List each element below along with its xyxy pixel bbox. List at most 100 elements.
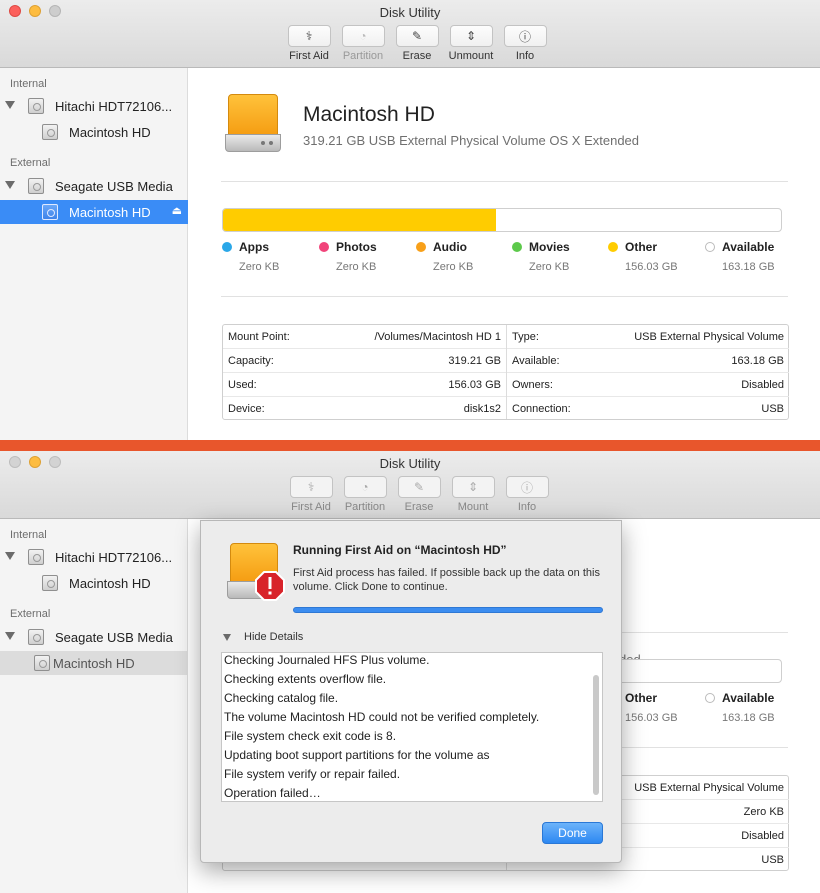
erase-icon[interactable]: ✎ bbox=[395, 25, 439, 47]
done-button[interactable]: Done bbox=[542, 822, 603, 844]
sidebar-item-label: Hitachi HDT72106... bbox=[55, 550, 173, 565]
volume-detail-pane: Macintosh HD 319.21 GB USB External Phys… bbox=[189, 68, 820, 440]
log-line: Updating boot support partitions for the… bbox=[224, 748, 490, 762]
internal-disk-icon bbox=[28, 549, 44, 565]
info-key: Connection: bbox=[512, 403, 571, 415]
sidebar-item-internal-volume[interactable]: Macintosh HD bbox=[0, 120, 188, 144]
info-value: USB bbox=[761, 403, 784, 415]
toolbar-mount[interactable]: ⇕ Mount bbox=[447, 476, 499, 513]
eject-icon[interactable]: ⏏ bbox=[172, 204, 182, 217]
toolbar-unmount[interactable]: ⇕ Unmount bbox=[445, 25, 497, 62]
disclosure-triangle-icon[interactable] bbox=[5, 181, 15, 189]
info-key: Capacity: bbox=[228, 355, 274, 367]
legend-value: Zero KB bbox=[336, 261, 377, 273]
legend-value: Zero KB bbox=[529, 261, 570, 273]
sidebar-item-label: Macintosh HD bbox=[69, 205, 151, 220]
legend-name: Photos bbox=[336, 240, 377, 254]
other-dot-icon bbox=[608, 242, 618, 252]
volume-icon bbox=[34, 655, 50, 671]
photos-dot-icon bbox=[319, 242, 329, 252]
warning-icon bbox=[255, 571, 285, 601]
info-row-available: Available: 163.18 GB bbox=[507, 349, 789, 373]
disclosure-triangle-icon[interactable] bbox=[5, 632, 15, 640]
log-scrollbar[interactable] bbox=[593, 675, 599, 795]
toolbar-erase[interactable]: ✎ Erase bbox=[391, 25, 443, 62]
volume-title: Macintosh HD bbox=[303, 103, 435, 126]
toolbar: ⚕ First Aid ◔ Partition ✎ Erase ⇕ Unmoun… bbox=[283, 25, 553, 62]
info-value: Zero KB bbox=[743, 806, 784, 818]
mount-icon[interactable]: ⇕ bbox=[451, 476, 495, 498]
info-icon[interactable]: ⓘ bbox=[505, 476, 549, 498]
partition-icon[interactable]: ◔ bbox=[341, 25, 385, 47]
sidebar-item-label: Macintosh HD bbox=[53, 656, 135, 671]
legend-name: Available bbox=[722, 691, 775, 705]
movies-dot-icon bbox=[512, 242, 522, 252]
volume-icon bbox=[42, 204, 58, 220]
toolbar: ⚕ First Aid ◔ Partition ✎ Erase ⇕ Mount … bbox=[285, 476, 555, 513]
info-row-mount-point: Mount Point: /Volumes/Macintosh HD 1 bbox=[223, 325, 506, 349]
info-row-used: Used: 156.03 GB bbox=[223, 373, 506, 397]
partition-icon[interactable]: ◔ bbox=[343, 476, 387, 498]
usage-legend: Apps Zero KB Photos Zero KB Audio Zero K… bbox=[222, 240, 782, 276]
legend-name: Other bbox=[625, 691, 658, 705]
first-aid-icon[interactable]: ⚕ bbox=[289, 476, 333, 498]
unmount-icon[interactable]: ⇕ bbox=[449, 25, 493, 47]
legend-value: 156.03 GB bbox=[625, 261, 678, 273]
legend-name: Available bbox=[722, 240, 775, 254]
sidebar-item-label: Seagate USB Media bbox=[55, 630, 173, 645]
external-disk-icon bbox=[28, 178, 44, 194]
disclosure-triangle-icon[interactable] bbox=[223, 634, 231, 641]
legend-value: 156.03 GB bbox=[625, 712, 678, 724]
toolbar-first-aid[interactable]: ⚕ First Aid bbox=[285, 476, 337, 513]
info-key: Mount Point: bbox=[228, 331, 290, 343]
legend-name: Other bbox=[625, 240, 658, 254]
disclosure-triangle-icon[interactable] bbox=[5, 101, 15, 109]
toolbar-info[interactable]: ⓘ Info bbox=[501, 476, 553, 513]
sidebar-item-label: Hitachi HDT72106... bbox=[55, 99, 173, 114]
volume-info-table: Mount Point: /Volumes/Macintosh HD 1 Capa… bbox=[222, 324, 789, 420]
sidebar-item-internal-volume[interactable]: Macintosh HD bbox=[0, 571, 188, 595]
info-row-connection: Connection: USB bbox=[507, 397, 789, 421]
toolbar-erase[interactable]: ✎ Erase bbox=[393, 476, 445, 513]
sidebar-item-external-disk[interactable]: Seagate USB Media bbox=[0, 174, 188, 198]
info-value: USB External Physical Volume bbox=[634, 331, 784, 343]
info-key: Available: bbox=[512, 355, 560, 367]
info-value: disk1s2 bbox=[463, 403, 501, 415]
volume-warning-icon bbox=[227, 543, 285, 605]
sidebar: Internal Hitachi HDT72106... Macintosh H… bbox=[0, 68, 188, 440]
toolbar-partition[interactable]: ◔ Partition bbox=[339, 476, 391, 513]
disclosure-triangle-icon[interactable] bbox=[5, 552, 15, 560]
apps-dot-icon bbox=[222, 242, 232, 252]
info-key: Type: bbox=[512, 331, 539, 343]
sidebar-header-internal: Internal bbox=[10, 529, 47, 541]
info-value: USB External Physical Volume bbox=[634, 782, 784, 794]
toolbar-first-aid[interactable]: ⚕ First Aid bbox=[283, 25, 335, 62]
log-line: Checking catalog file. bbox=[224, 691, 339, 705]
usage-bar bbox=[222, 208, 782, 232]
toolbar-partition[interactable]: ◔ Partition bbox=[337, 25, 389, 62]
legend-value: 163.18 GB bbox=[722, 712, 775, 724]
log-line: File system check exit code is 8. bbox=[224, 729, 397, 743]
erase-label: Erase bbox=[404, 501, 434, 513]
log-line: The volume Macintosh HD could not be ver… bbox=[224, 710, 540, 724]
info-icon[interactable]: ⓘ bbox=[503, 25, 547, 47]
legend-value: 163.18 GB bbox=[722, 261, 775, 273]
erase-icon[interactable]: ✎ bbox=[397, 476, 441, 498]
sidebar-item-internal-disk[interactable]: Hitachi HDT72106... bbox=[0, 545, 188, 569]
sidebar-item-external-disk[interactable]: Seagate USB Media bbox=[0, 625, 188, 649]
window-title: Disk Utility bbox=[379, 5, 441, 20]
first-aid-log[interactable]: Checking Journaled HFS Plus volume. Chec… bbox=[221, 652, 603, 802]
external-volume-icon bbox=[225, 94, 283, 156]
info-value: Disabled bbox=[741, 830, 784, 842]
screenshot-divider bbox=[0, 440, 820, 451]
info-row-type: Type: USB External Physical Volume bbox=[507, 325, 789, 349]
first-aid-icon[interactable]: ⚕ bbox=[287, 25, 331, 47]
sidebar-item-external-volume[interactable]: Macintosh HD ⏏ bbox=[0, 200, 188, 224]
partition-label: Partition bbox=[342, 50, 384, 62]
sidebar-item-internal-disk[interactable]: Hitachi HDT72106... bbox=[0, 94, 188, 118]
sidebar-item-label: Macintosh HD bbox=[69, 576, 151, 591]
sidebar-item-external-volume[interactable]: Macintosh HD bbox=[0, 651, 188, 675]
available-dot-icon bbox=[705, 242, 715, 252]
toolbar-info[interactable]: ⓘ Info bbox=[499, 25, 551, 62]
first-aid-label: First Aid bbox=[291, 501, 331, 513]
